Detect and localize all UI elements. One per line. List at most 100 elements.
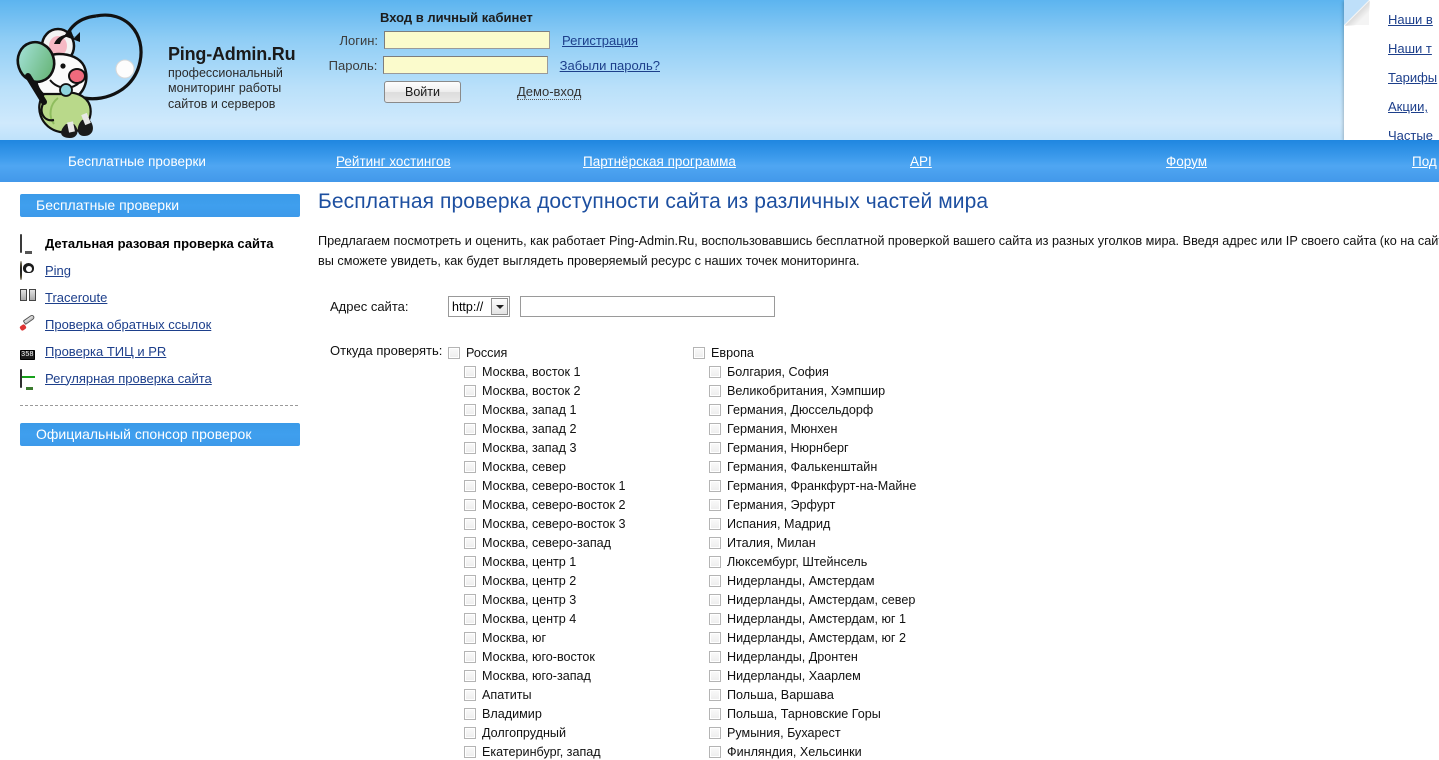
- list-item[interactable]: Польша, Тарновские Горы: [693, 704, 938, 723]
- nav-item-api[interactable]: API: [910, 154, 932, 169]
- protocol-select[interactable]: http://: [448, 296, 510, 317]
- header-note-link-1[interactable]: Наши в: [1388, 13, 1439, 26]
- location-checkbox[interactable]: [464, 366, 476, 378]
- location-checkbox[interactable]: [464, 499, 476, 511]
- list-item[interactable]: Нидерланды, Дронтен: [693, 647, 938, 666]
- location-checkbox[interactable]: [464, 442, 476, 454]
- sidebar-item-backlinks[interactable]: Проверка обратных ссылок: [20, 311, 300, 337]
- register-link[interactable]: Регистрация: [562, 33, 638, 48]
- location-checkbox[interactable]: [464, 404, 476, 416]
- login-submit-button[interactable]: Войти: [384, 81, 461, 103]
- location-checkbox[interactable]: [464, 461, 476, 473]
- list-item[interactable]: Москва, центр 2: [448, 571, 693, 590]
- sidebar-item-label[interactable]: Регулярная проверка сайта: [45, 371, 212, 386]
- list-item[interactable]: Германия, Эрфурт: [693, 495, 938, 514]
- location-checkbox[interactable]: [464, 556, 476, 568]
- header-note-link-3[interactable]: Тарифы: [1388, 71, 1439, 84]
- list-item[interactable]: Москва, центр 3: [448, 590, 693, 609]
- nav-item-partner-program[interactable]: Партнёрская программа: [583, 154, 736, 169]
- list-item[interactable]: Москва, север: [448, 457, 693, 476]
- location-checkbox[interactable]: [464, 385, 476, 397]
- list-item[interactable]: Москва, юго-запад: [448, 666, 693, 685]
- header-note-link-2[interactable]: Наши т: [1388, 42, 1439, 55]
- list-item[interactable]: Нидерланды, Амстердам, юг 1: [693, 609, 938, 628]
- location-checkbox[interactable]: [464, 632, 476, 644]
- location-checkbox[interactable]: [709, 708, 721, 720]
- group-checkbox[interactable]: [693, 347, 705, 359]
- location-checkbox[interactable]: [464, 575, 476, 587]
- location-checkbox[interactable]: [709, 727, 721, 739]
- location-checkbox[interactable]: [709, 575, 721, 587]
- list-item[interactable]: Германия, Фалькенштайн: [693, 457, 938, 476]
- location-checkbox[interactable]: [709, 594, 721, 606]
- list-item[interactable]: Люксембург, Штейнсель: [693, 552, 938, 571]
- list-item[interactable]: Москва, центр 1: [448, 552, 693, 571]
- sidebar-item-label[interactable]: Ping: [45, 263, 71, 278]
- list-item[interactable]: Долгопрудный: [448, 723, 693, 742]
- list-item[interactable]: Москва, восток 2: [448, 381, 693, 400]
- nav-item-hosting-rating[interactable]: Рейтинг хостингов: [336, 154, 451, 169]
- list-item[interactable]: Москва, центр 4: [448, 609, 693, 628]
- sidebar-item-regular-check[interactable]: Регулярная проверка сайта: [20, 365, 300, 391]
- password-input[interactable]: [383, 56, 547, 74]
- list-item[interactable]: Москва, юг: [448, 628, 693, 647]
- nav-item-support[interactable]: Под: [1412, 154, 1437, 169]
- location-checkbox[interactable]: [464, 746, 476, 758]
- location-checkbox[interactable]: [464, 613, 476, 625]
- list-item[interactable]: Германия, Мюнхен: [693, 419, 938, 438]
- location-checkbox[interactable]: [709, 366, 721, 378]
- list-item[interactable]: Финляндия, Хельсинки: [693, 742, 938, 760]
- header-note-link-5[interactable]: Частые: [1388, 129, 1439, 140]
- list-item[interactable]: Екатеринбург, запад: [448, 742, 693, 760]
- list-item[interactable]: Москва, северо-восток 3: [448, 514, 693, 533]
- location-checkbox[interactable]: [464, 594, 476, 606]
- location-checkbox[interactable]: [464, 518, 476, 530]
- group-header-europe[interactable]: Европа: [693, 343, 938, 362]
- location-checkbox[interactable]: [464, 651, 476, 663]
- header-note-link-4[interactable]: Акции,: [1388, 100, 1439, 113]
- location-checkbox[interactable]: [464, 689, 476, 701]
- list-item[interactable]: Москва, северо-восток 2: [448, 495, 693, 514]
- list-item[interactable]: Москва, запад 2: [448, 419, 693, 438]
- login-input[interactable]: [384, 31, 550, 49]
- list-item[interactable]: Нидерланды, Хаарлем: [693, 666, 938, 685]
- group-checkbox[interactable]: [448, 347, 460, 359]
- list-item[interactable]: Испания, Мадрид: [693, 514, 938, 533]
- location-checkbox[interactable]: [709, 632, 721, 644]
- nav-item-free-checks[interactable]: Бесплатные проверки: [68, 154, 206, 169]
- location-checkbox[interactable]: [709, 537, 721, 549]
- sidebar-item-label[interactable]: Проверка ТИЦ и PR: [45, 344, 166, 359]
- location-checkbox[interactable]: [709, 423, 721, 435]
- location-checkbox[interactable]: [709, 613, 721, 625]
- list-item[interactable]: Москва, запад 3: [448, 438, 693, 457]
- location-checkbox[interactable]: [709, 518, 721, 530]
- location-checkbox[interactable]: [709, 480, 721, 492]
- location-checkbox[interactable]: [464, 670, 476, 682]
- list-item[interactable]: Германия, Франкфурт-на-Майне: [693, 476, 938, 495]
- location-checkbox[interactable]: [709, 746, 721, 758]
- group-header-russia[interactable]: Россия: [448, 343, 693, 362]
- sidebar-item-ping[interactable]: Ping: [20, 257, 300, 283]
- list-item[interactable]: Германия, Дюссельдорф: [693, 400, 938, 419]
- location-checkbox[interactable]: [709, 404, 721, 416]
- location-checkbox[interactable]: [464, 708, 476, 720]
- location-checkbox[interactable]: [709, 461, 721, 473]
- list-item[interactable]: Нидерланды, Амстердам, юг 2: [693, 628, 938, 647]
- location-checkbox[interactable]: [709, 670, 721, 682]
- list-item[interactable]: Италия, Милан: [693, 533, 938, 552]
- list-item[interactable]: Москва, восток 1: [448, 362, 693, 381]
- list-item[interactable]: Москва, северо-восток 1: [448, 476, 693, 495]
- list-item[interactable]: Нидерланды, Амстердам: [693, 571, 938, 590]
- sidebar-item-traceroute[interactable]: Traceroute: [20, 284, 300, 310]
- list-item[interactable]: Болгария, София: [693, 362, 938, 381]
- list-item[interactable]: Москва, юго-восток: [448, 647, 693, 666]
- list-item[interactable]: Нидерланды, Амстердам, север: [693, 590, 938, 609]
- location-checkbox[interactable]: [709, 499, 721, 511]
- brand-logo[interactable]: Ping-Admin.Ru профессиональный мониторин…: [8, 2, 318, 140]
- location-checkbox[interactable]: [464, 480, 476, 492]
- location-checkbox[interactable]: [464, 727, 476, 739]
- list-item[interactable]: Польша, Варшава: [693, 685, 938, 704]
- sidebar-item-label[interactable]: Проверка обратных ссылок: [45, 317, 211, 332]
- list-item[interactable]: Москва, северо-запад: [448, 533, 693, 552]
- location-checkbox[interactable]: [464, 423, 476, 435]
